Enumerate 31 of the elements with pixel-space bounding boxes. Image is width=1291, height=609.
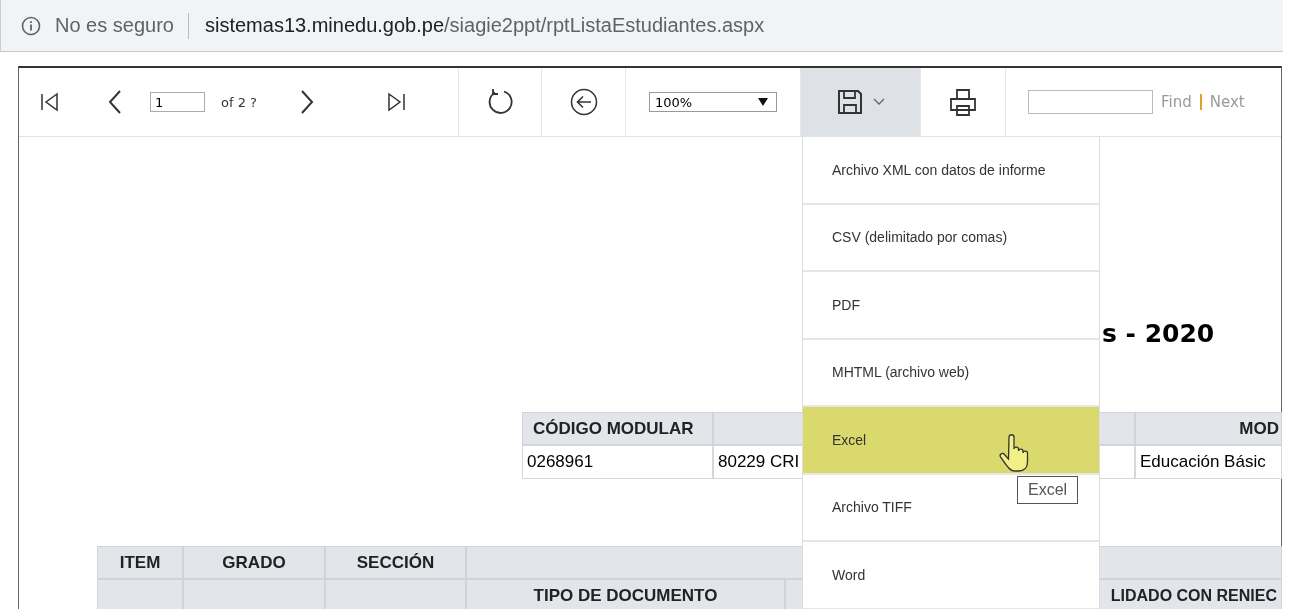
column-header: MOD [1135,412,1282,445]
first-page-button[interactable] [39,91,61,113]
menu-item[interactable]: Word [803,542,1099,609]
table-cell: Educación Básic [1135,445,1282,479]
find-field[interactable] [1028,90,1153,114]
page-count: of 2 ? [221,94,257,110]
next-page-button[interactable] [298,89,315,115]
chevron-down-icon [872,98,885,106]
security-label[interactable]: No es seguro [55,14,174,37]
tooltip: Excel [1017,476,1079,504]
menu-item[interactable]: CSV (delimitado por comas) [803,204,1099,272]
print-button[interactable] [948,87,978,117]
back-button[interactable] [569,88,598,116]
page-number-field[interactable]: 1 [150,92,205,112]
url-host[interactable]: sistemas13.minedu.gob.pe [204,14,444,37]
menu-item[interactable]: Excel [803,407,1099,475]
menu-item[interactable]: PDF [803,272,1099,340]
save-button[interactable] [801,68,921,136]
previous-page-button[interactable] [107,89,123,115]
table-cell: 0268961 [522,445,713,479]
column-header: SECCIÓN [325,546,466,579]
caret-icon [758,98,768,106]
menu-item[interactable]: Archivo XML con datos de informe [803,137,1099,205]
url-path[interactable]: /siagie2ppt/rptListaEstudiantes.aspx [444,14,765,37]
column-header: TIPO DE DOCUMENTO [466,579,785,609]
column-header: GRADO [183,546,325,579]
zoom-select[interactable]: 100% [649,92,777,112]
column-header: ITEM [97,546,183,579]
info-icon[interactable] [21,15,41,36]
column-header: CÓDIGO MODULAR [522,412,713,445]
report-title: s - 2020 [1102,319,1216,349]
